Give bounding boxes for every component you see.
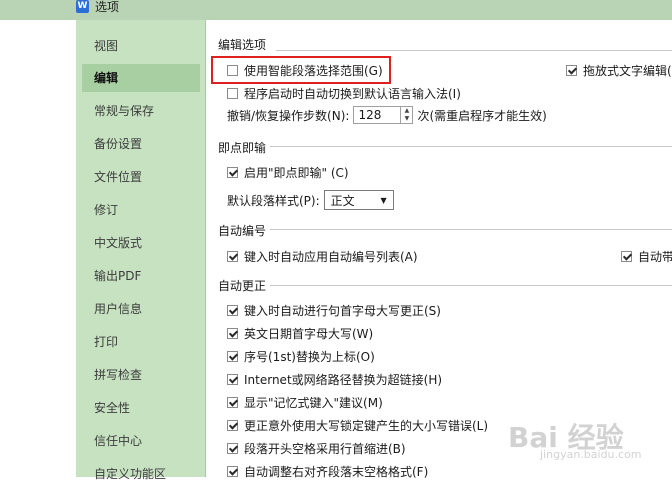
section-title-click-type: 即点即输 (218, 139, 271, 156)
undo-steps-row: 撤销/恢复操作步数(N): 128 ▲ ▼ 次(需重启程序才能生效) (227, 106, 547, 124)
undo-steps-label: 撤销/恢复操作步数(N): (227, 108, 350, 123)
options-sidebar: 视图 编辑 常规与保存 备份设置 文件位置 修订 中文版式 输出PDF 用户信息… (76, 20, 206, 481)
sidebar-item-spell-check[interactable]: 拼写检查 (82, 361, 200, 389)
auto-correct-checkbox[interactable] (227, 351, 238, 362)
sidebar-item-customize-ribbon[interactable]: 自定义功能区 (82, 460, 200, 488)
auto-list-option[interactable]: 键入时自动应用自动编号列表(A) (227, 248, 418, 265)
auto-correct-label: 键入时自动进行句首字母大写更正(S) (244, 304, 441, 318)
sidebar-item-edit[interactable]: 编辑 (82, 64, 200, 92)
auto-correct-checkbox[interactable] (227, 374, 238, 385)
auto-other-option[interactable]: 自动带 (621, 248, 672, 265)
drag-drop-checkbox[interactable] (566, 65, 577, 76)
undo-steps-input[interactable]: 128 (353, 106, 402, 124)
auto-correct-option[interactable]: 序号(1st)替换为上标(O) (227, 348, 375, 365)
auto-list-checkbox[interactable] (227, 251, 238, 262)
auto-correct-label: 序号(1st)替换为上标(O) (244, 350, 375, 364)
title-bar: W 选项 (0, 0, 672, 20)
auto-correct-option[interactable]: 键入时自动进行句首字母大写更正(S) (227, 302, 441, 319)
auto-correct-checkbox[interactable] (227, 443, 238, 454)
sidebar-item-security[interactable]: 安全性 (82, 394, 200, 422)
section-title-auto-numbering: 自动编号 (218, 222, 271, 239)
auto-keyboard-option[interactable]: 程序启动时自动切换到默认语言输入法(I) (227, 85, 461, 102)
auto-correct-option[interactable]: 段落开头空格采用行首缩进(B) (227, 440, 406, 457)
auto-correct-option[interactable]: 英文日期首字母大写(W) (227, 325, 373, 342)
default-style-row: 默认段落样式(P): 正文 ▼ (227, 190, 394, 210)
sidebar-item-export-pdf[interactable]: 输出PDF (82, 262, 200, 290)
spin-up-icon[interactable]: ▲ (401, 107, 412, 115)
section-divider (268, 146, 672, 147)
auto-other-label: 自动带 (638, 250, 672, 264)
auto-keyboard-label: 程序启动时自动切换到默认语言输入法(I) (244, 87, 461, 101)
section-divider (276, 50, 672, 51)
drag-drop-label: 拖放式文字编辑( (583, 64, 672, 78)
default-style-value: 正文 (330, 193, 355, 208)
dropdown-arrow-icon[interactable]: ▼ (381, 196, 387, 205)
sidebar-item-view[interactable]: 视图 (82, 32, 200, 60)
undo-steps-suffix: 次(需重启程序才能生效) (417, 108, 547, 123)
wps-app-icon: W (76, 0, 89, 13)
auto-correct-option[interactable]: 更正意外使用大写锁定键产生的大小写错误(L) (227, 417, 488, 434)
auto-correct-label: Internet或网络路径替换为超链接(H) (244, 373, 443, 387)
window-title: 选项 (95, 0, 120, 14)
drag-drop-option[interactable]: 拖放式文字编辑( (566, 62, 672, 79)
sidebar-item-revision[interactable]: 修订 (82, 196, 200, 224)
click-type-option[interactable]: 启用"即点即输" (C) (227, 164, 349, 181)
undo-steps-spinner[interactable]: 128 ▲ ▼ (353, 106, 414, 124)
red-highlight-box (211, 56, 391, 84)
auto-correct-checkbox[interactable] (227, 420, 238, 431)
auto-list-label: 键入时自动应用自动编号列表(A) (244, 250, 418, 264)
default-style-label: 默认段落样式(P): (227, 193, 320, 208)
click-type-checkbox[interactable] (227, 167, 238, 178)
sidebar-item-file-location[interactable]: 文件位置 (82, 163, 200, 191)
section-divider (268, 285, 672, 286)
auto-correct-checkbox[interactable] (227, 305, 238, 316)
spin-down-icon[interactable]: ▼ (401, 115, 412, 123)
spinner-buttons[interactable]: ▲ ▼ (401, 106, 414, 124)
auto-correct-label: 更正意外使用大写锁定键产生的大小写错误(L) (244, 419, 489, 433)
auto-correct-label: 显示"记忆式键入"建议(M) (244, 396, 383, 410)
auto-other-checkbox[interactable] (621, 251, 632, 262)
auto-correct-checkbox[interactable] (227, 328, 238, 339)
auto-correct-checkbox[interactable] (227, 466, 238, 477)
auto-correct-checkbox[interactable] (227, 397, 238, 408)
baidu-watermark-url: jingyan.baidu.com (540, 448, 642, 461)
sidebar-item-general-save[interactable]: 常规与保存 (82, 97, 200, 125)
sidebar-item-chinese-layout[interactable]: 中文版式 (82, 229, 200, 257)
click-type-label: 启用"即点即输" (C) (244, 166, 349, 180)
sidebar-item-print[interactable]: 打印 (82, 328, 200, 356)
section-title-auto-correct: 自动更正 (218, 277, 271, 294)
background-strip (0, 20, 76, 477)
auto-keyboard-checkbox[interactable] (227, 88, 238, 99)
auto-correct-label: 英文日期首字母大写(W) (244, 327, 374, 341)
sidebar-item-backup[interactable]: 备份设置 (82, 130, 200, 158)
options-content: 编辑选项 使用智能段落选择范围(G) 拖放式文字编辑( 程序启动时自动切换到默认… (206, 20, 672, 480)
section-divider (268, 229, 672, 230)
default-style-select[interactable]: 正文 ▼ (323, 190, 394, 210)
sidebar-item-trust-center[interactable]: 信任中心 (82, 427, 200, 455)
section-title-edit-options: 编辑选项 (218, 36, 271, 53)
auto-correct-option[interactable]: 显示"记忆式键入"建议(M) (227, 394, 383, 411)
auto-correct-option[interactable]: 自动调整右对齐段落末空格格式(F) (227, 463, 428, 480)
auto-correct-option[interactable]: Internet或网络路径替换为超链接(H) (227, 371, 442, 388)
sidebar-item-user-info[interactable]: 用户信息 (82, 295, 200, 323)
auto-correct-label: 段落开头空格采用行首缩进(B) (244, 442, 406, 456)
auto-correct-label: 自动调整右对齐段落末空格格式(F) (244, 465, 429, 479)
